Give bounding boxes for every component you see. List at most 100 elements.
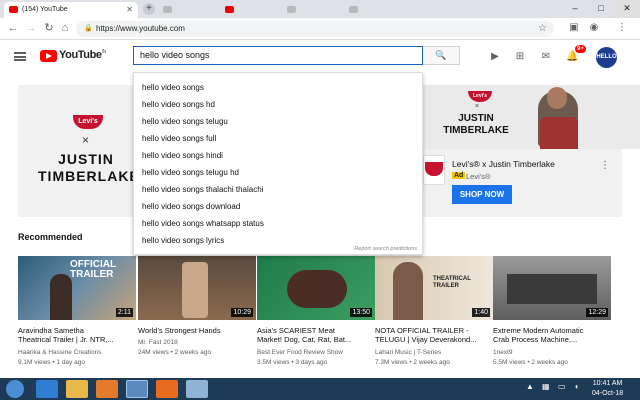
file-explorer-icon[interactable] bbox=[66, 380, 88, 398]
levis-logo: Levi's bbox=[73, 115, 103, 129]
close-window-button[interactable]: ✕ bbox=[614, 0, 640, 18]
video-meta: 7.3M views • 2 weeks ago bbox=[375, 359, 450, 366]
banner-times: × bbox=[82, 133, 90, 147]
video-meta: 24M views • 2 weeks ago bbox=[138, 349, 212, 356]
battery-icon[interactable]: ▭ bbox=[558, 382, 566, 391]
upload-video-icon[interactable]: ▶ bbox=[489, 51, 501, 63]
video-channel[interactable]: Lahari Music | T-Series bbox=[375, 349, 441, 356]
tab-favicon-icon bbox=[287, 6, 296, 13]
video-thumbnail[interactable]: OFFICIAL TRAILER 2:11 bbox=[18, 256, 136, 320]
tab-favicon-icon bbox=[225, 6, 234, 13]
windows-taskbar: ▲ ▦ ▭ ◖ 10:41 AM 04-Oct-18 bbox=[0, 378, 640, 400]
suggestion-item[interactable]: hello video songs telugu bbox=[142, 117, 228, 126]
chrome-icon[interactable] bbox=[126, 380, 148, 398]
minimize-button[interactable]: – bbox=[562, 0, 588, 18]
person-figure bbox=[50, 274, 72, 320]
browser-tab-strip: (154) YouTube ✕ + – □ ✕ bbox=[0, 0, 640, 18]
tab-youtube[interactable]: (154) YouTube ✕ bbox=[4, 2, 138, 18]
address-bar[interactable]: 🔒 https://www.youtube.com bbox=[76, 21, 554, 37]
video-meta: 5.5M views • 2 weeks ago bbox=[493, 359, 568, 366]
ad-title[interactable]: Levi's® x Justin Timberlake bbox=[452, 159, 555, 169]
clock-time: 10:41 AM bbox=[592, 380, 623, 387]
person-head bbox=[547, 87, 567, 109]
video-duration: 2:11 bbox=[115, 308, 133, 317]
firefox-icon[interactable] bbox=[156, 380, 178, 398]
extension-icon[interactable]: ◉ bbox=[588, 22, 600, 34]
notifications-bell-icon[interactable]: 🔔 bbox=[566, 51, 578, 63]
video-thumbnail[interactable]: 12:29 bbox=[493, 256, 611, 320]
app-icon[interactable] bbox=[186, 380, 208, 398]
search-icon: 🔍 bbox=[435, 50, 447, 60]
video-duration: 13:50 bbox=[350, 308, 372, 317]
ad-thumbnail[interactable]: Levi's × JUSTIN TIMBERLAKE bbox=[423, 85, 640, 149]
apps-grid-icon[interactable]: ⊞ bbox=[514, 51, 526, 63]
video-channel[interactable]: Haarika & Hassine Creations bbox=[18, 349, 101, 356]
notification-count-badge: 9+ bbox=[575, 45, 586, 53]
close-tab-icon[interactable]: ✕ bbox=[126, 2, 133, 17]
maximize-button[interactable]: □ bbox=[588, 0, 614, 18]
youtube-logo-icon[interactable] bbox=[40, 50, 57, 62]
internet-explorer-icon[interactable] bbox=[36, 380, 58, 398]
taskbar-clock[interactable]: 10:41 AM 04-Oct-18 bbox=[592, 379, 623, 399]
search-input[interactable]: hello video songs bbox=[133, 46, 423, 65]
ad-times: × bbox=[475, 103, 480, 110]
suggestion-item[interactable]: hello video songs hindi bbox=[142, 151, 223, 160]
video-channel[interactable]: Mr. Fast 2018 bbox=[138, 339, 178, 346]
back-icon[interactable]: ← bbox=[6, 21, 20, 35]
suggestion-item[interactable]: hello video songs bbox=[142, 83, 204, 92]
video-thumbnail[interactable]: 10:29 bbox=[138, 256, 256, 320]
video-thumbnail[interactable]: 13:50 bbox=[257, 256, 375, 320]
levis-logo: Levi's bbox=[468, 91, 492, 102]
video-meta: 9.1M views • 1 day ago bbox=[18, 359, 85, 366]
video-channel[interactable]: 1next9 bbox=[493, 349, 513, 356]
search-button[interactable]: 🔍 bbox=[423, 46, 460, 65]
video-title[interactable]: NOTA OFFICIAL TRAILER - TELUGU | Vijay De… bbox=[375, 326, 491, 344]
menu-icon[interactable]: ⋮ bbox=[616, 22, 628, 34]
extension-icon[interactable]: ▣ bbox=[568, 22, 580, 34]
bookmark-star-icon[interactable]: ☆ bbox=[538, 21, 547, 37]
hamburger-menu-icon[interactable] bbox=[14, 52, 26, 61]
report-predictions-link[interactable]: Report search predictions bbox=[354, 246, 417, 252]
meat-figure bbox=[287, 270, 347, 308]
browser-toolbar: ← → ↻ ⌂ 🔒 https://www.youtube.com ☆ bbox=[0, 18, 640, 40]
start-button[interactable] bbox=[6, 380, 24, 398]
banner-artist: JUSTIN TIMBERLAKE bbox=[38, 151, 140, 184]
new-tab-button[interactable]: + bbox=[143, 3, 155, 15]
tab-favicon-icon bbox=[163, 6, 172, 13]
messages-icon[interactable]: ✉ bbox=[540, 51, 552, 63]
tab-3[interactable] bbox=[220, 2, 280, 18]
tab-2[interactable] bbox=[158, 2, 218, 18]
ad-artist: JUSTIN TIMBERLAKE bbox=[443, 113, 509, 136]
suggestion-item[interactable]: hello video songs telugu hd bbox=[142, 168, 239, 177]
tray-arrow-icon[interactable]: ▲ bbox=[526, 382, 534, 391]
video-channel[interactable]: Best Ever Food Review Show bbox=[257, 349, 343, 356]
home-icon[interactable]: ⌂ bbox=[58, 21, 72, 35]
volume-icon[interactable]: ◖ bbox=[574, 382, 579, 391]
region-code: IN bbox=[101, 49, 107, 55]
video-title[interactable]: Aravindha Sametha Theatrical Trailer | Jr… bbox=[18, 326, 134, 344]
thumbnail-overlay: THEATRICAL TRAILER bbox=[433, 276, 471, 289]
suggestion-item[interactable]: hello video songs lyrics bbox=[142, 236, 224, 245]
youtube-logo-text[interactable]: YouTubeIN bbox=[59, 49, 106, 61]
suggestion-item[interactable]: hello video songs thalachi thalachi bbox=[142, 185, 263, 194]
suggestion-item[interactable]: hello video songs download bbox=[142, 202, 240, 211]
forward-icon[interactable]: → bbox=[24, 21, 38, 35]
suggestion-item[interactable]: hello video songs whatsapp status bbox=[142, 219, 264, 228]
more-options-icon[interactable]: ⋮ bbox=[600, 160, 610, 171]
avatar[interactable]: HELLO bbox=[596, 47, 617, 68]
ad-advertiser[interactable]: Levi's® bbox=[466, 172, 490, 181]
video-title[interactable]: Extreme Modern Automatic Crab Process Mac… bbox=[493, 326, 609, 344]
thumbnail-overlay: OFFICIAL TRAILER bbox=[70, 259, 116, 280]
tab-4[interactable] bbox=[282, 2, 342, 18]
video-thumbnail[interactable]: THEATRICAL TRAILER 1:40 bbox=[375, 256, 493, 320]
shop-now-button[interactable]: SHOP NOW bbox=[452, 185, 512, 204]
reload-icon[interactable]: ↻ bbox=[42, 21, 56, 35]
media-player-icon[interactable] bbox=[96, 380, 118, 398]
video-title[interactable]: World's Strongest Hands bbox=[138, 326, 254, 335]
video-title[interactable]: Asia's SCARIEST Meat Market! Dog, Cat, Ra… bbox=[257, 326, 373, 344]
tab-5[interactable] bbox=[344, 2, 404, 18]
network-icon[interactable]: ▦ bbox=[542, 382, 550, 391]
suggestion-item[interactable]: hello video songs hd bbox=[142, 100, 215, 109]
suggestion-item[interactable]: hello video songs full bbox=[142, 134, 216, 143]
tab-label: (154) YouTube bbox=[22, 6, 68, 13]
